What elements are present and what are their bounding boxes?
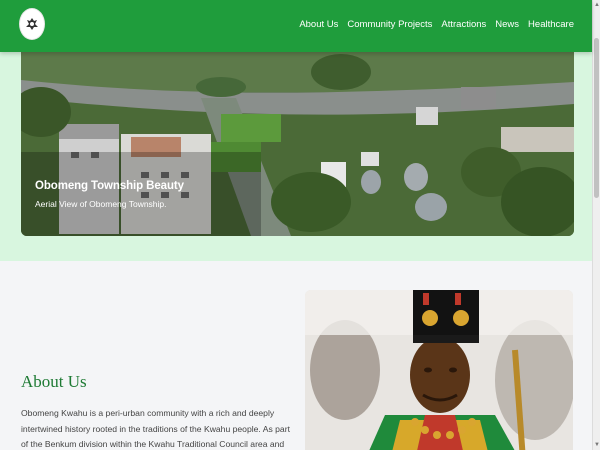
nav-healthcare[interactable]: Healthcare xyxy=(528,19,574,30)
scroll-up-arrow-icon[interactable]: ▲ xyxy=(594,2,600,8)
hero-subtitle: Aerial View of Obomeng Township. xyxy=(35,199,167,209)
chief-portrait-illustration xyxy=(305,290,573,450)
site-logo[interactable] xyxy=(19,8,45,40)
hero-slide: Obomeng Township Beauty Aerial View of O… xyxy=(21,52,574,236)
scroll-down-arrow-icon[interactable]: ▼ xyxy=(594,442,600,448)
about-us-text: Obomeng Kwahu is a peri-urban community … xyxy=(21,408,290,449)
nav-news[interactable]: News xyxy=(495,19,519,30)
scrollbar-thumb[interactable] xyxy=(594,38,599,198)
nav-links: About Us Community Projects Attractions … xyxy=(299,0,574,48)
nav-community-projects[interactable]: Community Projects xyxy=(347,19,432,30)
about-us-heading: About Us xyxy=(21,372,87,391)
nav-about-us[interactable]: About Us xyxy=(299,19,338,30)
hero-title: Obomeng Township Beauty xyxy=(35,180,184,192)
nav-attractions[interactable]: Attractions xyxy=(441,19,486,30)
hero-caption: Obomeng Township Beauty Aerial View of O… xyxy=(35,180,184,209)
top-navbar: About Us Community Projects Attractions … xyxy=(0,0,592,52)
page-scrollbar[interactable]: ▲ ▼ xyxy=(592,0,600,450)
chief-portrait-image xyxy=(305,290,573,450)
crest-icon xyxy=(26,18,38,30)
